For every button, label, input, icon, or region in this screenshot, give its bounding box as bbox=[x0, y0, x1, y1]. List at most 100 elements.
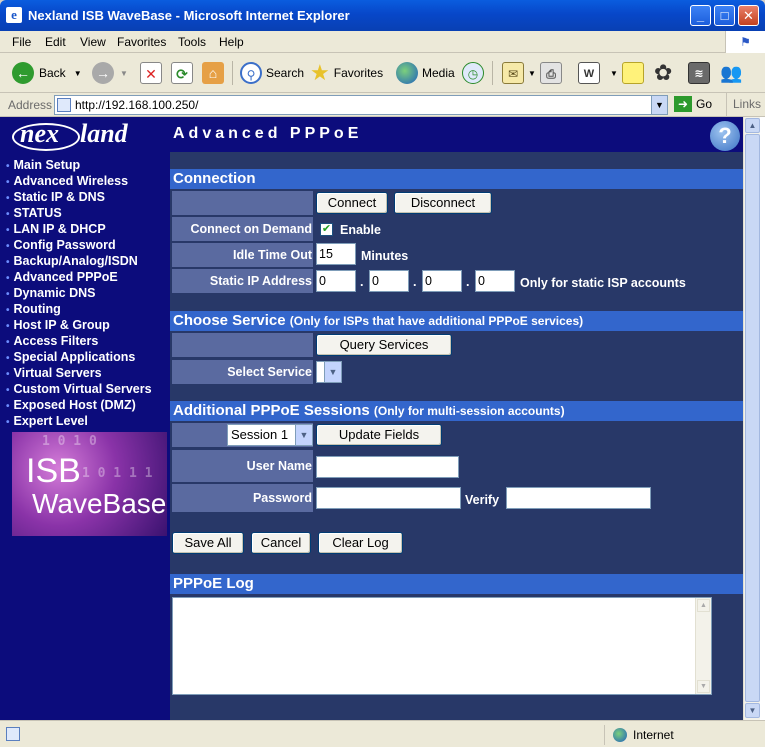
sidebar-item-virtual-servers[interactable]: • Virtual Servers bbox=[6, 365, 152, 381]
sidebar-item-lan-ip-dhcp[interactable]: • LAN IP & DHCP bbox=[6, 221, 152, 237]
menu-help[interactable]: Help bbox=[219, 35, 244, 49]
sidebar-item-special-applications[interactable]: • Special Applications bbox=[6, 349, 152, 365]
sidebar-item-main-setup[interactable]: • Main Setup bbox=[6, 157, 152, 173]
save-all-button[interactable]: Save All bbox=[172, 532, 244, 554]
binary-decoration: 1 0 1 0 bbox=[42, 434, 97, 449]
home-button[interactable]: ⌂ bbox=[202, 61, 224, 85]
connection-heading: Connection bbox=[170, 169, 743, 189]
page-scrollbar[interactable]: ▲ ▼ bbox=[743, 117, 760, 720]
scroll-thumb[interactable] bbox=[745, 134, 760, 702]
bullet-icon: • bbox=[6, 257, 10, 268]
menu-edit[interactable]: Edit bbox=[45, 35, 66, 49]
sidebar-item-exposed-host[interactable]: • Exposed Host (DMZ) bbox=[6, 397, 152, 413]
password-input[interactable] bbox=[316, 487, 461, 509]
sidebar-item-config-password[interactable]: • Config Password bbox=[6, 237, 152, 253]
page-status-icon bbox=[6, 727, 20, 741]
flower-icon: ✿ bbox=[654, 60, 673, 85]
research-button[interactable]: ≋ bbox=[688, 61, 710, 85]
pppoe-log-textarea[interactable]: ▲ ▼ bbox=[172, 597, 712, 695]
forward-arrow-icon: → bbox=[92, 62, 114, 84]
search-button[interactable]: ⚲ Search bbox=[240, 61, 304, 85]
address-dropdown-icon[interactable]: ▼ bbox=[651, 96, 667, 114]
address-label: Address bbox=[8, 98, 53, 112]
media-globe-icon bbox=[396, 62, 418, 84]
update-fields-button[interactable]: Update Fields bbox=[316, 424, 442, 446]
static-ip-octet-3[interactable]: 0 bbox=[422, 270, 462, 292]
security-zone: Internet bbox=[604, 725, 674, 745]
sidebar-item-access-filters[interactable]: • Access Filters bbox=[6, 333, 152, 349]
verify-password-input[interactable] bbox=[506, 487, 651, 509]
messenger-button[interactable]: ✿ bbox=[654, 61, 672, 85]
links-button[interactable]: Links bbox=[726, 93, 761, 117]
static-ip-octet-2[interactable]: 0 bbox=[369, 270, 409, 292]
disconnect-button[interactable]: Disconnect bbox=[394, 192, 492, 214]
media-button[interactable]: Media bbox=[396, 61, 455, 85]
minimize-button[interactable]: _ bbox=[690, 5, 711, 26]
menu-view[interactable]: View bbox=[80, 35, 106, 49]
user-name-input[interactable] bbox=[316, 456, 459, 478]
cancel-button[interactable]: Cancel bbox=[251, 532, 311, 554]
session-select[interactable]: Session 1 ▼ bbox=[227, 424, 313, 446]
choose-service-heading: Choose Service (Only for ISPs that have … bbox=[170, 311, 743, 331]
forward-button[interactable]: → ▼ bbox=[92, 61, 128, 85]
static-ip-note: Only for static ISP accounts bbox=[520, 276, 686, 290]
mail-button[interactable]: ✉ ▼ bbox=[502, 61, 536, 85]
connect-button[interactable]: Connect bbox=[316, 192, 388, 214]
log-scrollbar[interactable]: ▲ ▼ bbox=[695, 598, 711, 694]
idle-time-out-input[interactable]: 15 bbox=[316, 243, 356, 265]
sidebar-item-routing[interactable]: • Routing bbox=[6, 301, 152, 317]
static-ip-octet-4[interactable]: 0 bbox=[475, 270, 515, 292]
address-input[interactable]: http://192.168.100.250/ ▼ bbox=[54, 95, 668, 115]
favorites-button[interactable]: ★ Favorites bbox=[310, 61, 383, 85]
sidebar-item-backup-analog-isdn[interactable]: • Backup/Analog/ISDN bbox=[6, 253, 152, 269]
back-dropdown-icon[interactable]: ▼ bbox=[74, 69, 82, 78]
maximize-button[interactable]: □ bbox=[714, 5, 735, 26]
edit-dropdown-icon[interactable]: ▼ bbox=[610, 69, 618, 78]
page-title: Advanced PPPoE bbox=[173, 125, 363, 142]
verify-label: Verify bbox=[465, 493, 500, 507]
sidebar-nav: • Main Setup • Advanced Wireless • Static I… bbox=[6, 157, 152, 429]
enable-checkbox[interactable]: ✔ bbox=[320, 223, 333, 236]
stop-button[interactable]: ✕ bbox=[140, 61, 162, 85]
scroll-up-icon[interactable]: ▲ bbox=[745, 118, 760, 133]
browser-content: nex land • Main Setup • Advanced Wireless … bbox=[0, 117, 765, 720]
contacts-button[interactable]: 👥 bbox=[720, 61, 742, 85]
forward-dropdown-icon[interactable]: ▼ bbox=[120, 69, 128, 78]
toolbar-separator bbox=[492, 61, 493, 85]
back-button[interactable]: ← Back ▼ bbox=[12, 61, 82, 85]
bullet-icon: • bbox=[6, 385, 10, 396]
menu-file[interactable]: File bbox=[12, 35, 31, 49]
sidebar-item-host-ip-group[interactable]: • Host IP & Group bbox=[6, 317, 152, 333]
title-bar: e Nexland ISB WaveBase - Microsoft Inter… bbox=[0, 0, 765, 31]
menu-tools[interactable]: Tools bbox=[178, 35, 206, 49]
sidebar-item-advanced-pppoe[interactable]: • Advanced PPPoE bbox=[6, 269, 152, 285]
refresh-button[interactable]: ⟳ bbox=[171, 61, 193, 85]
history-button[interactable]: ◷ bbox=[462, 61, 484, 85]
close-button[interactable]: ✕ bbox=[738, 5, 759, 26]
sidebar-item-status[interactable]: • STATUS bbox=[6, 205, 152, 221]
sidebar-item-custom-virtual-servers[interactable]: • Custom Virtual Servers bbox=[6, 381, 152, 397]
connection-label-cell bbox=[172, 191, 313, 215]
sidebar-item-static-ip-dns[interactable]: • Static IP & DNS bbox=[6, 189, 152, 205]
clear-log-button[interactable]: Clear Log bbox=[318, 532, 403, 554]
mail-dropdown-icon[interactable]: ▼ bbox=[528, 69, 536, 78]
menu-favorites[interactable]: Favorites bbox=[117, 35, 166, 49]
stop-icon: ✕ bbox=[140, 62, 162, 84]
ie-icon: e bbox=[6, 7, 22, 23]
select-service-dropdown[interactable]: ▼ bbox=[316, 361, 342, 383]
scroll-up-icon[interactable]: ▲ bbox=[697, 599, 710, 612]
additional-sessions-heading: Additional PPPoE Sessions (Only for mult… bbox=[170, 401, 743, 421]
toolbar: ← Back ▼ → ▼ ✕ ⟳ ⌂ ⚲ Search ★ Favorites … bbox=[0, 53, 765, 93]
sidebar-item-advanced-wireless[interactable]: • Advanced Wireless bbox=[6, 173, 152, 189]
sidebar-item-dynamic-dns[interactable]: • Dynamic DNS bbox=[6, 285, 152, 301]
help-icon[interactable]: ? bbox=[710, 121, 740, 151]
sidebar-item-expert-level[interactable]: • Expert Level bbox=[6, 413, 152, 429]
edit-button[interactable]: W ▼ bbox=[578, 61, 618, 85]
print-button[interactable]: ⎙ bbox=[540, 61, 562, 85]
query-services-button[interactable]: Query Services bbox=[316, 334, 452, 356]
scroll-down-icon[interactable]: ▼ bbox=[697, 680, 710, 693]
discuss-button[interactable] bbox=[622, 61, 644, 85]
scroll-down-icon[interactable]: ▼ bbox=[745, 703, 760, 718]
go-button[interactable]: ➜ Go bbox=[674, 96, 712, 112]
static-ip-octet-1[interactable]: 0 bbox=[316, 270, 356, 292]
